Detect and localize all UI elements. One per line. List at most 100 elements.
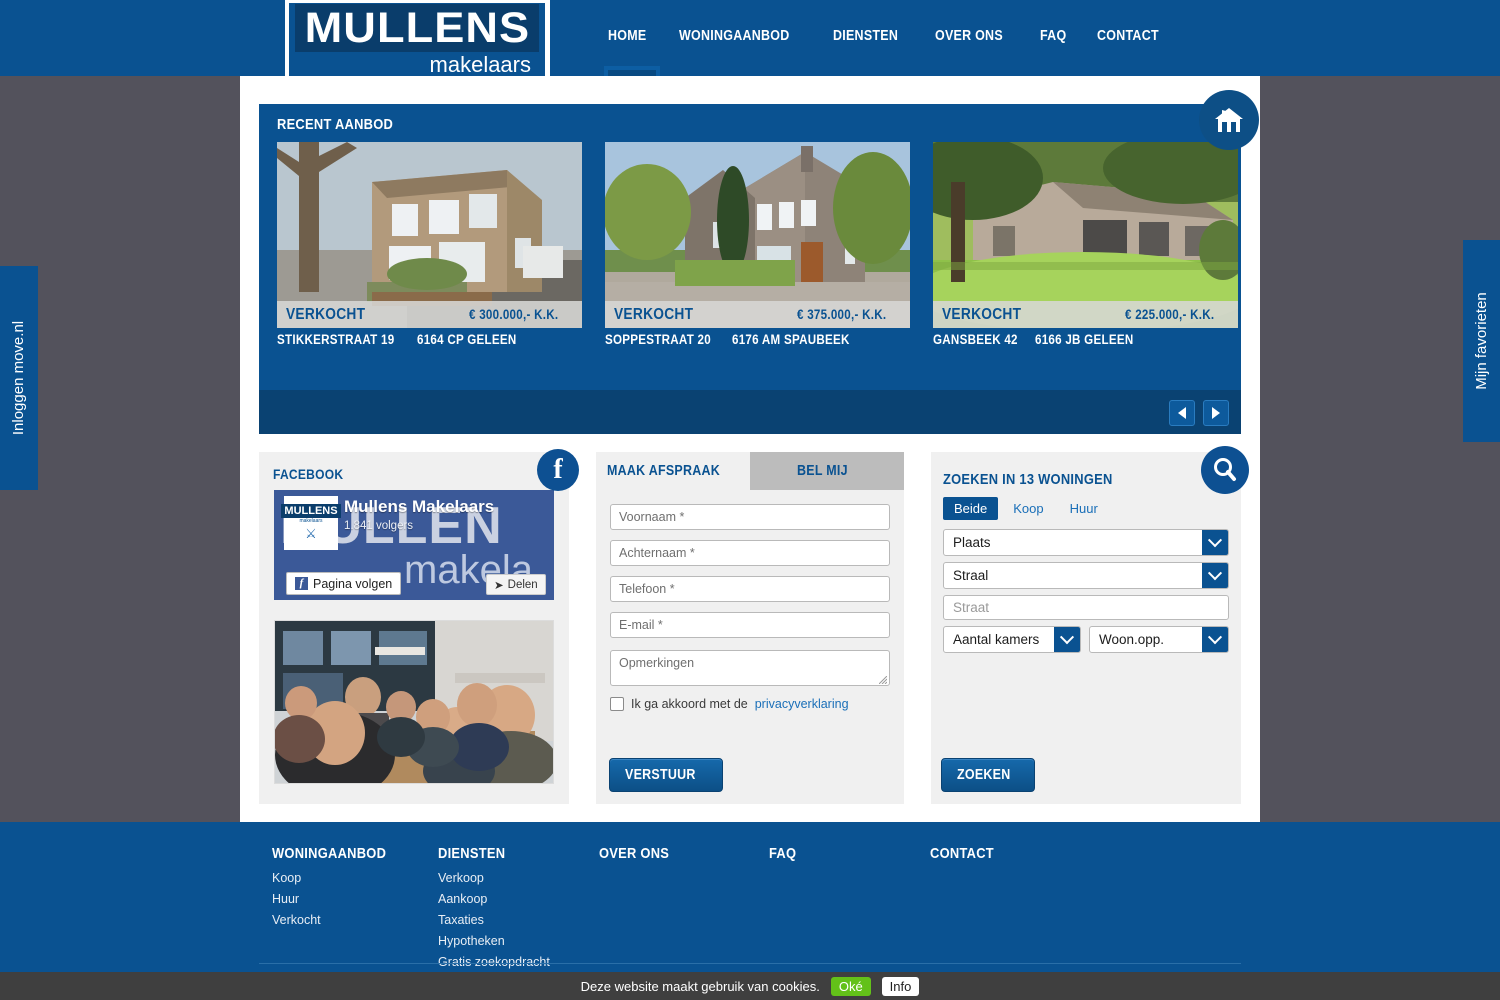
resize-grip-icon[interactable] [879, 676, 887, 684]
facebook-follow-button[interactable]: f Pagina volgen [286, 572, 402, 595]
favorites-tab[interactable]: Mijn favorieten [1463, 240, 1500, 442]
avatar-sub: makelaars [299, 518, 323, 524]
chevron-down-icon [1202, 563, 1228, 588]
footer-link-verkoop[interactable]: Verkoop [438, 871, 550, 885]
achternaam-field[interactable]: Achternaam * [610, 540, 890, 566]
facebook-post-photo[interactable] [274, 620, 554, 784]
listing-photo[interactable]: VERKOCHT € 225.000,- K.K. [933, 142, 1238, 328]
opmerkingen-textarea[interactable]: Opmerkingen [610, 650, 890, 686]
logo-wordmark: MULLENS [295, 4, 539, 52]
search-icon[interactable] [1201, 446, 1249, 494]
facebook-panel-title: FACEBOOK [273, 466, 344, 482]
search-type-segments: Beide Koop Huur [943, 497, 1109, 520]
cookie-consent-bar: Deze website maakt gebruik van cookies. … [0, 972, 1500, 1000]
listing-status: VERKOCHT [942, 305, 1022, 323]
facebook-page-widget[interactable]: MULLEN makela MULLENS makelaars ⚔ Mullen… [274, 490, 554, 600]
segment-beide[interactable]: Beide [943, 497, 999, 520]
listing-card[interactable]: VERKOCHT € 300.000,- K.K. STIKKERSTRAAT … [277, 142, 582, 349]
nav-item-contact[interactable]: CONTACT [1097, 28, 1169, 52]
footer-link-hypotheken[interactable]: Hypotheken [438, 934, 550, 948]
listing-status: VERKOCHT [614, 305, 694, 323]
aantal-kamers-select[interactable]: Aantal kamers [943, 626, 1081, 653]
listing-street: GANSBEEK 42 [933, 332, 1018, 347]
listing-card[interactable]: VERKOCHT € 225.000,- K.K. GANSBEEK 42 61… [933, 142, 1238, 349]
nav-item-woningaanbod[interactable]: WONINGAANBOD [679, 28, 807, 52]
logo-border-right [545, 0, 550, 78]
segment-koop[interactable]: Koop [1002, 497, 1054, 520]
listing-price: € 375.000,- K.K. [797, 307, 887, 322]
nav-item-home[interactable]: HOME [608, 28, 653, 52]
footer-column-contact: CONTACT [930, 845, 994, 862]
listing-city: 6176 AM SPAUBEEK [732, 332, 850, 347]
share-arrow-icon: ➤ [494, 579, 504, 592]
site-header: HOME WONINGAANBOD DIENSTEN OVER ONS FAQ … [0, 0, 1500, 80]
privacy-consent-text: Ik ga akkoord met de [631, 697, 748, 711]
footer-link-aankoop[interactable]: Aankoop [438, 892, 550, 906]
submit-contact-button[interactable]: VERSTUUR [609, 758, 724, 792]
footer-link-gratis-zoekopdracht[interactable]: Gratis zoekopdracht [438, 955, 550, 969]
woonopp-select[interactable]: Woon.opp. [1089, 626, 1229, 653]
footer-divider [259, 963, 1241, 964]
chevron-down-icon [1202, 530, 1228, 555]
footer-column-diensten: DIENSTEN Verkoop Aankoop Taxaties Hypoth… [438, 845, 550, 969]
search-submit-button[interactable]: ZOEKEN [941, 758, 1036, 792]
footer-link-huur[interactable]: Huur [272, 892, 405, 906]
chevron-down-icon [1054, 627, 1080, 652]
listing-cards: VERKOCHT € 300.000,- K.K. STIKKERSTRAAT … [277, 142, 1238, 349]
voornaam-field[interactable]: Voornaam * [610, 504, 890, 530]
listing-status-badge: VERKOCHT € 300.000,- K.K. [277, 301, 582, 328]
listing-photo[interactable]: VERKOCHT € 300.000,- K.K. [277, 142, 582, 328]
footer-link-koop[interactable]: Koop [272, 871, 405, 885]
login-move-tab[interactable]: Inloggen move.nl [0, 267, 37, 489]
site-footer [0, 822, 1500, 972]
straat-input[interactable]: Straat [943, 595, 1229, 620]
arrow-left-icon[interactable] [1169, 400, 1195, 426]
privacy-checkbox[interactable] [610, 697, 624, 711]
listing-photo[interactable]: VERKOCHT € 375.000,- K.K. [605, 142, 910, 328]
nvm-icon: ⚔ [305, 526, 317, 541]
facebook-share-button[interactable]: ➤ Delen [486, 574, 546, 595]
footer-column-over-ons: OVER ONS [599, 845, 670, 862]
nav-item-faq[interactable]: FAQ [1040, 28, 1071, 52]
recent-listings-panel: RECENT AANBOD VERKOCHT € 300.000,- K.K. … [259, 104, 1241, 390]
cookie-accept-button[interactable]: Oké [830, 976, 871, 996]
segment-huur[interactable]: Huur [1059, 497, 1109, 520]
listing-price: € 225.000,- K.K. [1125, 307, 1215, 322]
tab-bel-mij[interactable]: BEL MIJ [750, 452, 904, 490]
email-field[interactable]: E-mail * [610, 612, 890, 638]
privacy-consent-row: Ik ga akkoord met de privacyverklaring [610, 697, 849, 711]
listing-address: SOPPESTRAAT 20 6176 AM SPAUBEEK [605, 332, 910, 349]
cookie-message: Deze website maakt gebruik van cookies. [580, 978, 820, 994]
listings-slider-controls [259, 390, 1241, 434]
recent-listings-title: RECENT AANBOD [277, 116, 394, 133]
footer-link-verkocht[interactable]: Verkocht [272, 913, 405, 927]
house-icon [1199, 90, 1259, 150]
contact-form-tabs: MAAK AFSPRAAK BEL MIJ [596, 452, 904, 490]
facebook-follower-count: 1.841 volgers [344, 520, 414, 532]
listing-address: STIKKERSTRAAT 19 6164 CP GELEEN [277, 332, 582, 349]
listing-street: STIKKERSTRAAT 19 [277, 332, 395, 347]
chevron-down-icon [1202, 627, 1228, 652]
footer-link-taxaties[interactable]: Taxaties [438, 913, 550, 927]
footer-column-faq: FAQ [769, 845, 797, 862]
facebook-icon[interactable]: f [537, 449, 579, 491]
tab-maak-afspraak[interactable]: MAAK AFSPRAAK [596, 452, 750, 490]
cookie-info-button[interactable]: Info [881, 976, 920, 996]
nav-item-diensten[interactable]: DIENSTEN [833, 28, 909, 52]
nav-item-over-ons[interactable]: OVER ONS [935, 28, 1014, 52]
straal-select[interactable]: Straal [943, 562, 1229, 589]
listing-city: 6164 CP GELEEN [417, 332, 517, 347]
privacy-policy-link[interactable]: privacyverklaring [755, 697, 849, 711]
listing-card[interactable]: VERKOCHT € 375.000,- K.K. SOPPESTRAAT 20… [605, 142, 910, 349]
listing-price: € 300.000,- K.K. [469, 307, 559, 322]
arrow-right-icon[interactable] [1203, 400, 1229, 426]
telefoon-field[interactable]: Telefoon * [610, 576, 890, 602]
plaats-select[interactable]: Plaats [943, 529, 1229, 556]
facebook-follow-label: Pagina volgen [313, 576, 393, 591]
facebook-share-label: Delen [507, 578, 538, 591]
listing-city: 6166 JB GELEEN [1035, 332, 1134, 347]
property-search-panel: ZOEKEN IN 13 WONINGEN Beide Koop Huur Pl… [931, 452, 1241, 804]
avatar-brand: MULLENS [281, 504, 341, 518]
logo-border-top [285, 0, 550, 3]
listing-status: VERKOCHT [286, 305, 366, 323]
